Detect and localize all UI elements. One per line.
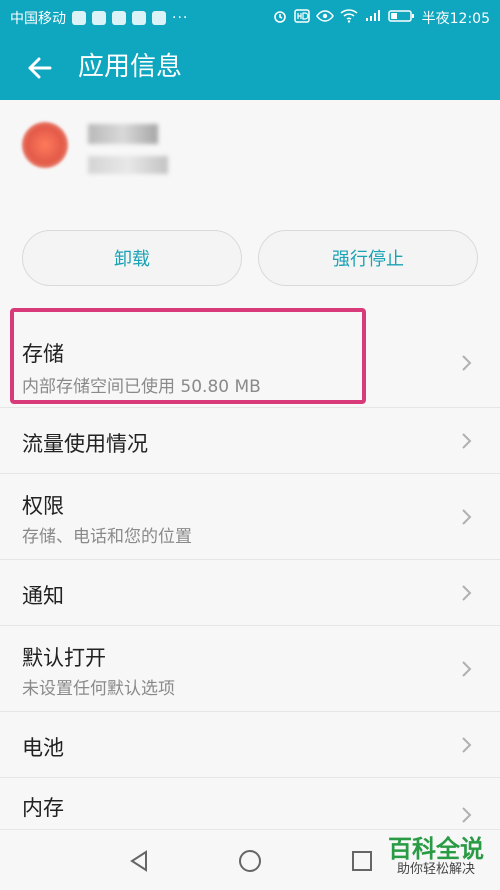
watermark-subtitle: 助你轻松解决: [396, 862, 475, 877]
wifi-icon: [340, 9, 358, 27]
status-right: 半夜12:05: [272, 8, 490, 28]
pig-icon: [152, 11, 166, 25]
signal-icon: [364, 9, 382, 27]
list-item-battery[interactable]: 电池: [0, 712, 500, 778]
list-item-title: 权限: [22, 494, 64, 518]
chevron-right-icon: [460, 508, 474, 526]
app-bar: 应用信息: [0, 34, 500, 100]
list-item-notifications[interactable]: 通知: [0, 560, 500, 626]
carrier-label: 中国移动: [10, 11, 66, 27]
page-title: 应用信息: [78, 52, 183, 82]
wechat-icon: [92, 11, 106, 25]
app-icon: [132, 11, 146, 25]
watermark-logo: 百科全说 助你轻松解决: [388, 836, 484, 878]
watermark-title: 百科全说: [388, 835, 484, 863]
app-version-redacted: [88, 156, 168, 174]
more-notifications: ···: [172, 10, 189, 26]
chevron-right-icon: [460, 432, 474, 450]
back-arrow-icon[interactable]: [22, 50, 58, 86]
chevron-right-icon: [460, 584, 474, 602]
nav-home-icon[interactable]: [237, 848, 263, 874]
uninstall-button[interactable]: 卸载: [22, 230, 242, 286]
nav-recents-icon[interactable]: [349, 848, 375, 874]
app-header: [0, 100, 500, 212]
list-item-data-usage[interactable]: 流量使用情况: [0, 408, 500, 474]
list-item-title: 流量使用情况: [22, 432, 148, 456]
list-item-title: 内存: [22, 796, 64, 820]
chevron-right-icon: [460, 660, 474, 678]
chevron-right-icon: [460, 736, 474, 754]
list-item-memory[interactable]: 内存: [0, 778, 500, 830]
list-item-permissions[interactable]: 权限 存储、电话和您的位置: [0, 474, 500, 560]
nav-back-icon[interactable]: [126, 848, 152, 874]
hd-icon: [293, 9, 310, 27]
clock-time: 半夜12:05: [421, 11, 490, 27]
list-item-subtitle: 存储、电话和您的位置: [22, 527, 192, 547]
alarm-icon: [272, 8, 288, 28]
chevron-right-icon: [460, 354, 474, 372]
force-stop-button[interactable]: 强行停止: [258, 230, 478, 286]
list-item-subtitle: 未设置任何默认选项: [22, 679, 175, 699]
mail-icon: [112, 11, 126, 25]
navigation-bar: 百科全说 助你轻松解决: [0, 829, 500, 890]
shield-icon: [72, 11, 86, 25]
list-item-title: 电池: [22, 736, 64, 760]
battery-icon: [387, 9, 416, 27]
list-item-title: 默认打开: [22, 646, 106, 670]
status-bar: 中国移动 ··· 半夜12:05: [0, 0, 500, 34]
app-icon: [22, 122, 68, 168]
status-left: 中国移动 ···: [10, 8, 188, 28]
list-item-open-by-default[interactable]: 默认打开 未设置任何默认选项: [0, 626, 500, 712]
app-name-redacted: [88, 124, 158, 144]
eye-icon: [315, 9, 334, 27]
list-item-title: 通知: [22, 584, 64, 608]
chevron-right-icon: [460, 806, 474, 824]
highlight-box: [10, 308, 366, 404]
